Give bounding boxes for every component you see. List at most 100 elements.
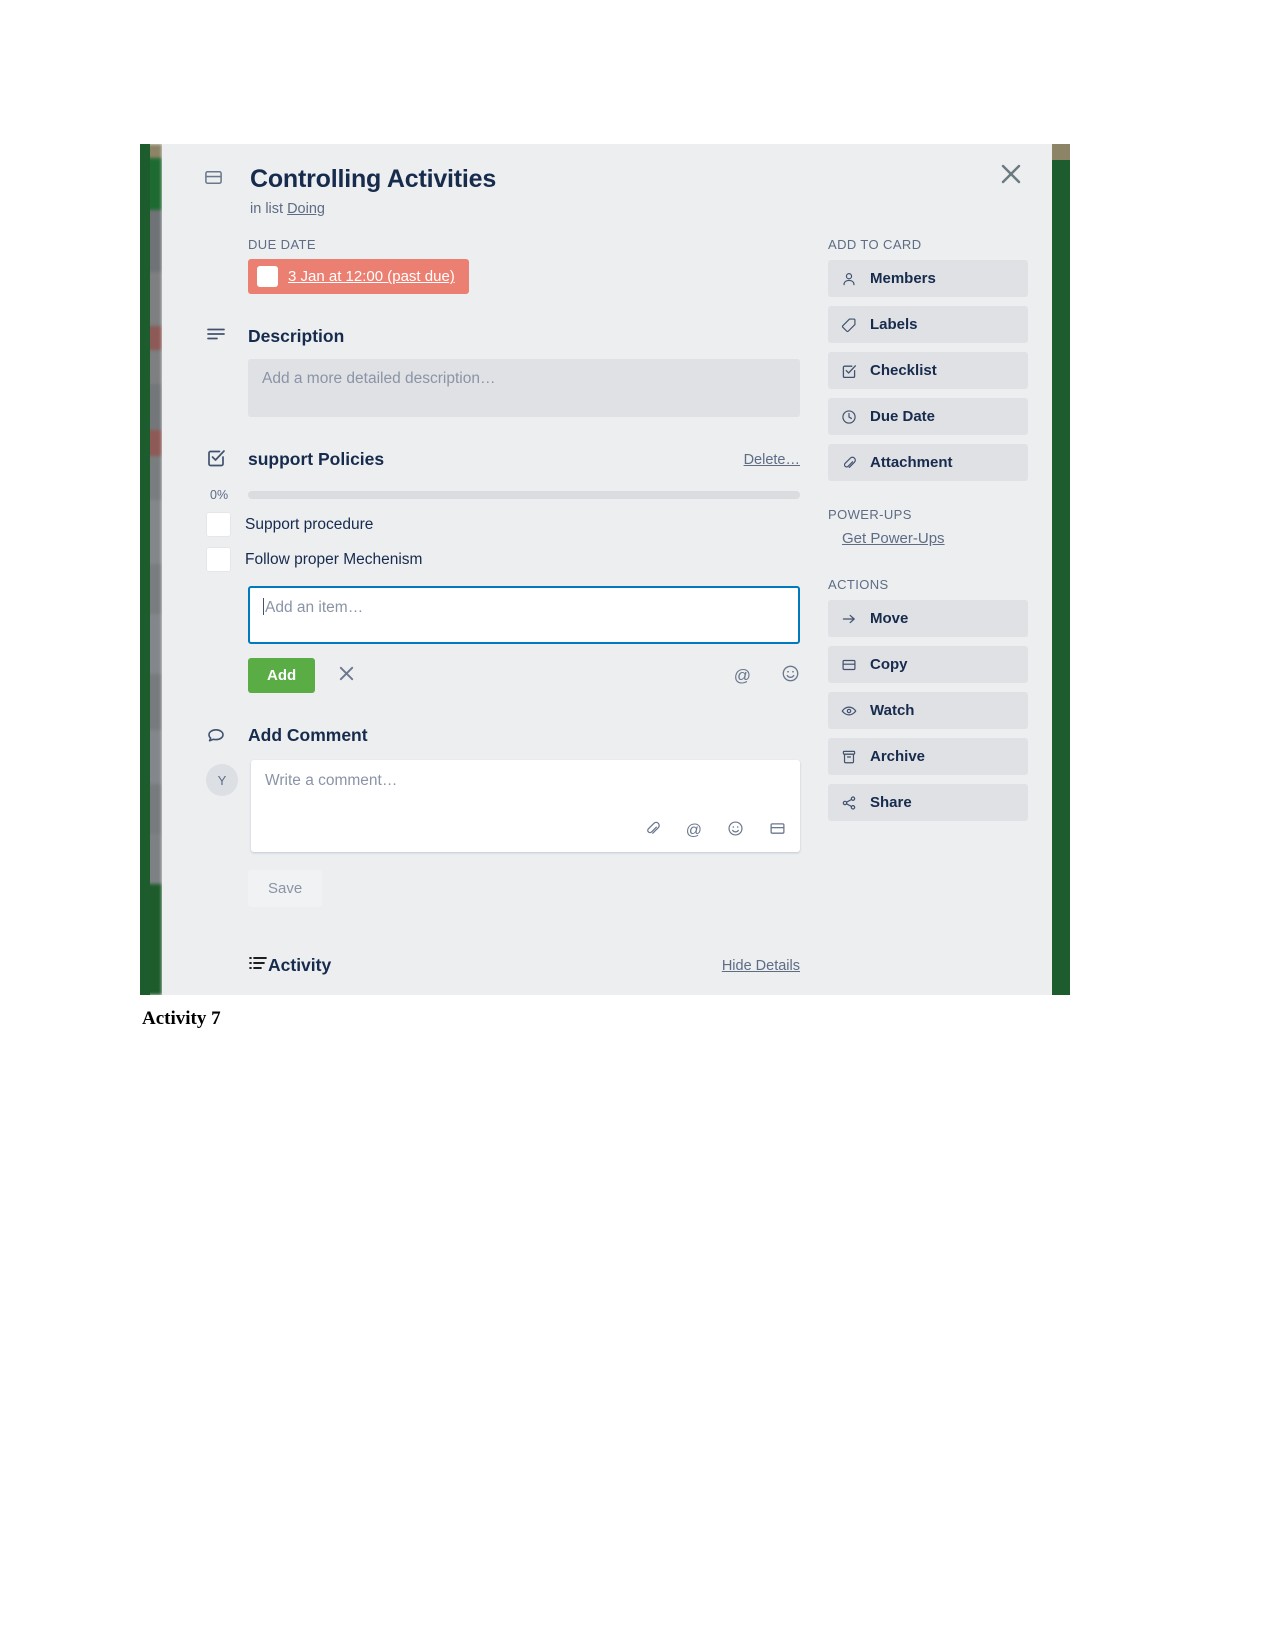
sidebar-item-archive[interactable]: Archive [828,738,1028,776]
sidebar-item-label: Members [870,270,936,288]
card-header: Controlling Activities in list Doing [162,144,1052,217]
checklist-item[interactable]: Follow proper Mechenism [206,547,800,573]
sidebar-item-label: Attachment [870,454,953,472]
checklist-item-label: Follow proper Mechenism [245,550,423,568]
attachment-icon[interactable] [644,820,661,842]
due-date-caption: DUE DATE [248,237,316,253]
sidebar-item-attachment[interactable]: Attachment [828,444,1028,482]
checklist-header: support Policies Delete… [208,449,800,470]
comment-input[interactable]: Write a comment… @ [251,760,800,853]
checklist-progress-bar [248,491,800,500]
sidebar-item-label: Archive [870,748,926,766]
checklist-item-label: Support procedure [245,515,374,533]
emoji-icon[interactable] [727,820,744,842]
due-date-badge[interactable]: 3 Jan at 12:00 (past due) [248,259,469,295]
description-placeholder: Add a more detailed description… [262,370,496,388]
sidebar-item-checklist[interactable]: Checklist [828,352,1028,390]
checklist-delete-link[interactable]: Delete… [744,452,800,468]
description-header: Description [207,326,800,347]
eye-icon [841,703,857,719]
checklist-title: support Policies [248,449,385,470]
member-icon [841,271,857,287]
card-icon[interactable] [769,820,786,842]
activity-title: Activity [268,955,332,976]
description-lines-icon [206,324,226,349]
in-list-label: in list [250,201,284,218]
due-date-checkbox[interactable] [257,266,278,288]
checklist-icon [841,363,857,379]
activity-header: Activity Hide Details [248,953,800,992]
checklist-item[interactable]: Support procedure [206,512,800,538]
card-body: Controlling Activities in list Doing DUE… [162,144,1052,992]
add-comment-title: Add Comment [248,725,368,746]
due-date-value: 3 Jan at 12:00 (past due) [288,268,455,286]
add-item-placeholder: Add an item… [265,599,364,617]
mention-icon[interactable]: @ [686,822,702,840]
card-sidebar: ADD TO CARD Members Labels Checklist Due… [800,237,1028,830]
sidebar-item-watch[interactable]: Watch [828,692,1028,730]
sidebar-item-share[interactable]: Share [828,784,1028,822]
power-ups-group: POWER-UPS Get Power-Ups [828,507,1028,551]
add-comment-header: Add Comment [208,725,800,746]
actions-group: ACTIONS Move Copy Watch Archive Share [828,577,1028,822]
comment-composer: Y Write a comment… @ [206,760,800,853]
checklist-progress-percent: 0% [210,488,229,503]
clock-icon [841,409,857,425]
share-icon [841,795,857,811]
label-tag-icon [841,317,857,333]
card-columns: DUE DATE 3 Jan at 12:00 (past due) Descr… [162,237,1052,992]
sidebar-item-due-date[interactable]: Due Date [828,398,1028,436]
sidebar-item-copy[interactable]: Copy [828,646,1028,684]
add-to-card-caption: ADD TO CARD [828,237,922,253]
copy-card-icon [841,657,857,673]
sidebar-item-labels[interactable]: Labels [828,306,1028,344]
board-edge-right [1052,144,1070,995]
archive-box-icon [841,749,857,765]
save-comment-button[interactable]: Save [248,870,323,908]
text-caret [263,598,264,616]
card-detail-modal: Controlling Activities in list Doing DUE… [162,144,1052,995]
power-ups-caption: POWER-UPS [828,507,912,523]
emoji-icon[interactable] [781,664,800,688]
card-window-icon [204,168,223,192]
sidebar-item-label: Checklist [870,362,937,380]
checklist-icon [206,447,226,472]
add-item-icon-group: @ [734,664,800,688]
activity-list-icon [248,953,268,978]
get-power-ups-link[interactable]: Get Power-Ups [842,530,945,547]
cancel-add-item-icon[interactable] [333,664,360,688]
sidebar-item-move[interactable]: Move [828,600,1028,638]
checklist-item-checkbox[interactable] [206,547,231,573]
avatar[interactable]: Y [206,764,238,797]
board-edge-left [140,144,150,995]
sidebar-item-members[interactable]: Members [828,260,1028,298]
page-title: Controlling Activities [250,165,497,193]
screenshot-frame: Controlling Activities in list Doing DUE… [140,144,1070,995]
card-list-breadcrumb: in list Doing [250,201,992,217]
add-item-actions: Add @ [248,658,800,694]
arrow-right-icon [841,611,857,627]
actions-caption: ACTIONS [828,577,889,593]
sidebar-item-label: Watch [870,702,915,720]
description-title: Description [248,326,345,347]
sidebar-item-label: Labels [870,316,918,334]
comment-icon-group: @ [644,820,786,842]
board-header-strip-right [1052,144,1070,160]
hide-details-link[interactable]: Hide Details [722,958,800,974]
checklist-item-checkbox[interactable] [206,512,231,538]
description-input[interactable]: Add a more detailed description… [248,359,800,418]
comment-placeholder: Write a comment… [265,772,398,790]
mention-icon[interactable]: @ [734,666,751,686]
sidebar-item-label: Share [870,794,912,812]
card-main-column: DUE DATE 3 Jan at 12:00 (past due) Descr… [204,237,800,992]
comment-bubble-icon [206,723,226,748]
sidebar-item-label: Copy [870,656,908,674]
paperclip-icon [841,455,857,471]
add-checklist-item-input[interactable]: Add an item… [248,586,800,645]
list-link[interactable]: Doing [287,201,325,217]
sidebar-item-label: Due Date [870,408,936,426]
add-item-button[interactable]: Add [248,658,316,694]
checklist-progress: 0% [210,488,800,502]
sidebar-item-label: Move [870,610,909,628]
figure-caption: Activity 7 [142,1008,221,1029]
